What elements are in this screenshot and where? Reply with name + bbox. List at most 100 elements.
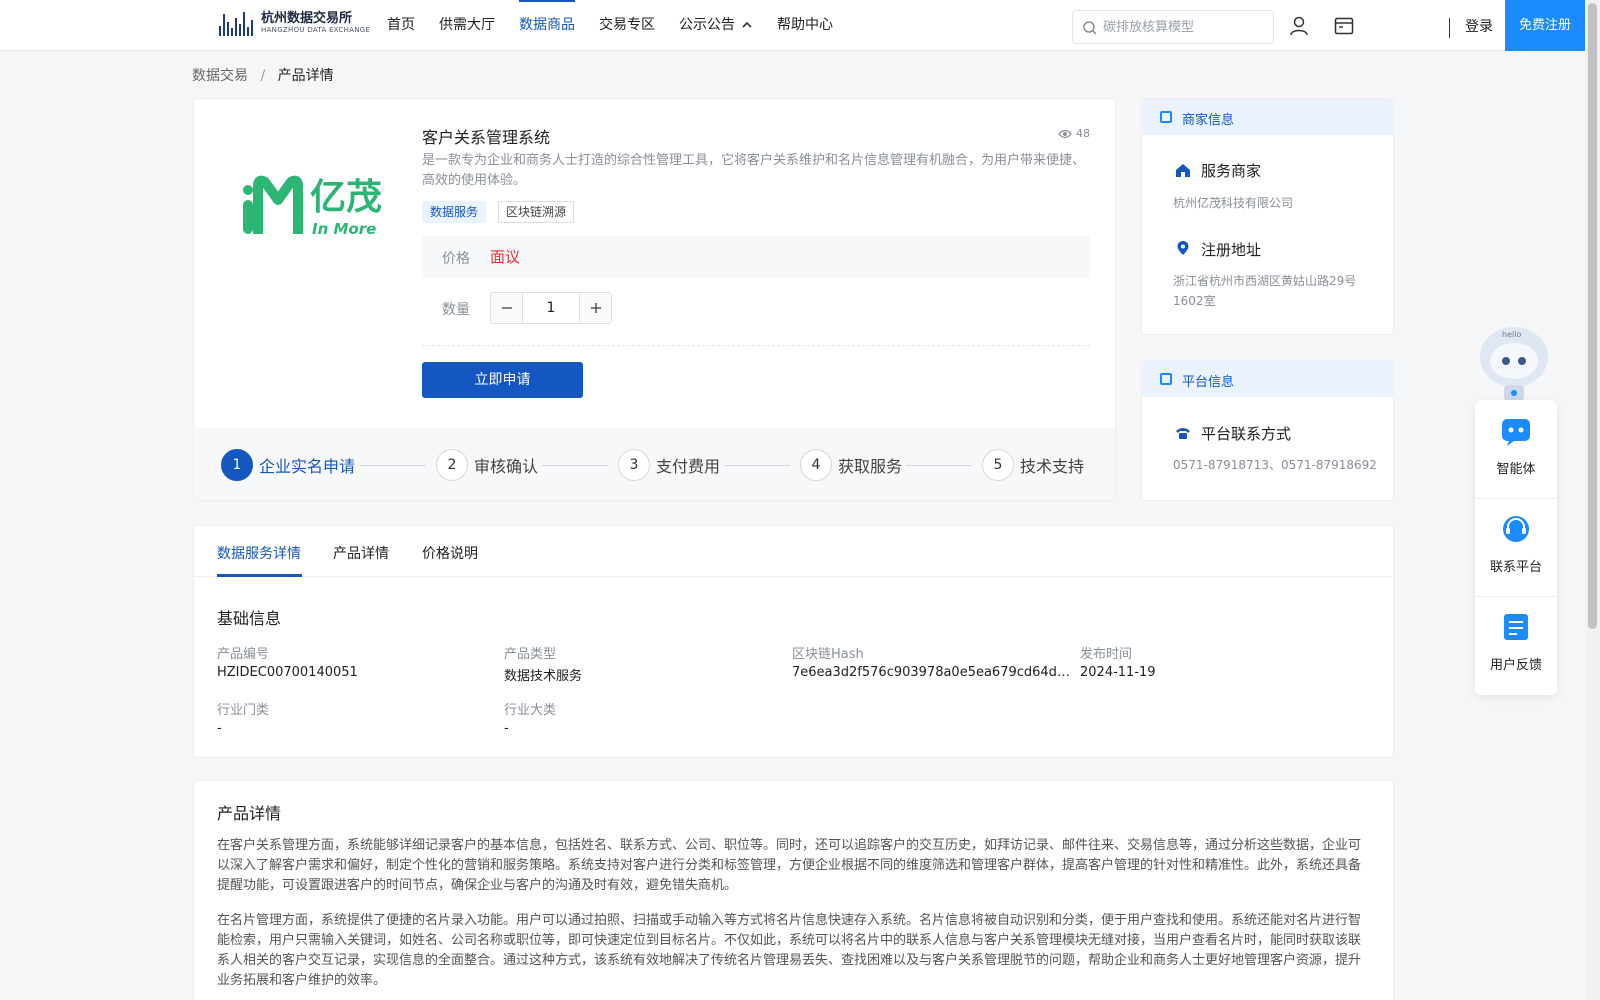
service-merchant-label: 服务商家 [1201, 162, 1262, 180]
float-feedback[interactable]: 用户反馈 [1475, 596, 1557, 692]
platform-info-header: 平台信息 [1142, 361, 1393, 397]
tab-price-note[interactable]: 价格说明 [422, 543, 478, 563]
scrollbar-thumb[interactable] [1588, 3, 1597, 629]
step-connector [724, 465, 790, 466]
step-connector [906, 465, 972, 466]
decrease-button[interactable] [491, 293, 522, 323]
login-link[interactable]: 登录 [1465, 16, 1493, 36]
price-box: 价格 面议 [422, 236, 1090, 278]
search-input[interactable] [1103, 17, 1263, 37]
main-nav: 首页 供需大厅 数据商品 交易专区 公示公告 帮助中心 [387, 0, 857, 50]
product-number-value: HZIDEC00700140051 [217, 665, 358, 680]
view-count: 48 [1058, 127, 1090, 140]
quantity-label: 数量 [442, 302, 470, 318]
detail-tabs: 数据服务详情 产品详情 价格说明 [194, 525, 1392, 577]
field-label: 产品编号 [217, 647, 270, 662]
industry-class-value: - [504, 721, 509, 736]
home-icon [1176, 164, 1190, 177]
nav-data-products[interactable]: 数据商品 [519, 0, 575, 50]
feedback-icon [1504, 614, 1528, 640]
search-box [1072, 10, 1274, 44]
float-contact-label: 联系平台 [1489, 560, 1542, 575]
platform-contact-label: 平台联系方式 [1201, 425, 1292, 443]
quantity-value[interactable]: 1 [522, 293, 580, 323]
blockchain-hash-value: 7e6ea3d2f576c903978a0e5ea679cd64dfc... [792, 665, 1070, 680]
minus-icon [501, 307, 512, 309]
step-number: 1 [221, 449, 253, 481]
field-label: 区块链Hash [792, 647, 864, 662]
step-4: 4 获取服务 [800, 449, 902, 481]
step-2: 2 审核确认 [436, 449, 538, 481]
location-pin-icon [1177, 241, 1189, 255]
tab-product-detail[interactable]: 产品详情 [333, 543, 389, 563]
chatbot-icon [1502, 419, 1530, 446]
monitor-icon [1160, 373, 1172, 385]
quantity-stepper: 1 [490, 292, 612, 324]
active-tab-indicator [217, 574, 302, 577]
breadcrumb-current: 产品详情 [277, 68, 334, 84]
breadcrumb-root[interactable]: 数据交易 [192, 68, 248, 84]
basic-info-title: 基础信息 [217, 609, 282, 628]
nav-trade-zone[interactable]: 交易专区 [599, 0, 655, 50]
step-5: 5 技术支持 [982, 449, 1084, 481]
step-number: 2 [436, 449, 468, 481]
logo-name-en: HANGZHOU DATA EXCHANGE [261, 26, 371, 34]
step-connector [360, 465, 426, 466]
detail-paragraph-2: 在名片管理方面，系统提供了便捷的名片录入功能。用户可以通过拍照、扫描或手动输入等… [217, 913, 1362, 988]
step-label: 技术支持 [1020, 457, 1085, 476]
breadcrumb-separator: / [260, 68, 266, 84]
step-1: 1 企业实名申请 [221, 449, 355, 481]
shop-icon[interactable] [1333, 15, 1355, 37]
tag-data-service: 数据服务 [422, 201, 487, 223]
nav-home[interactable]: 首页 [387, 0, 415, 50]
merchant-info-title: 商家信息 [1182, 113, 1235, 128]
float-feedback-label: 用户反馈 [1489, 658, 1542, 673]
step-label: 支付费用 [656, 457, 721, 476]
field-label: 发布时间 [1080, 647, 1133, 662]
product-detail-title: 产品详情 [217, 804, 282, 823]
step-3: 3 支付费用 [618, 449, 720, 481]
phone-icon [1176, 428, 1190, 439]
nav-announcements[interactable]: 公示公告 [679, 0, 753, 50]
step-number: 5 [982, 449, 1014, 481]
field-label: 产品类型 [504, 647, 557, 662]
search-icon[interactable] [1082, 20, 1098, 36]
page-scrollbar[interactable] [1585, 0, 1600, 1000]
logo-brand-cn: 亿茂 [310, 177, 383, 218]
step-number: 3 [618, 449, 650, 481]
nav-announcements-label: 公示公告 [679, 17, 735, 33]
industry-category-value: - [217, 721, 222, 736]
product-title: 客户关系管理系统 [422, 128, 551, 147]
product-description: 是一款专为企业和商务人士打造的综合性管理工具，它将客户关系维护和名片信息管理有机… [422, 153, 1086, 188]
step-label: 企业实名申请 [259, 457, 356, 476]
merchant-info-header: 商家信息 [1142, 99, 1393, 135]
breadcrumb: 数据交易 / 产品详情 [192, 65, 334, 85]
step-label: 审核确认 [474, 457, 539, 476]
chevron-up-icon [742, 21, 752, 28]
logo-brand-en: In More [312, 220, 377, 238]
float-agent-label: 智能体 [1496, 462, 1536, 477]
tag-blockchain-trace: 区块链溯源 [498, 201, 575, 223]
step-label: 获取服务 [838, 457, 903, 476]
detail-paragraph-1: 在客户关系管理方面，系统能够详细记录客户的基本信息，包括姓名、联系方式、公司、职… [217, 838, 1362, 893]
float-contact-platform[interactable]: 联系平台 [1475, 498, 1557, 594]
nav-supply-demand[interactable]: 供需大厅 [439, 0, 495, 50]
step-connector [542, 465, 608, 466]
field-label: 行业门类 [217, 703, 270, 718]
apply-now-button[interactable]: 立即申请 [422, 362, 583, 398]
headset-icon [1503, 516, 1529, 542]
float-agent[interactable]: 智能体 [1475, 400, 1557, 496]
nav-help-center[interactable]: 帮助中心 [777, 0, 833, 50]
site-logo[interactable]: 杭州数据交易所 HANGZHOU DATA EXCHANGE [219, 10, 370, 36]
register-button[interactable]: 免费注册 [1505, 0, 1585, 51]
tab-service-detail[interactable]: 数据服务详情 [217, 543, 301, 563]
floating-service-panel: 智能体 联系平台 用户反馈 [1475, 400, 1557, 695]
user-icon[interactable] [1288, 15, 1310, 37]
field-label: 行业大类 [504, 703, 557, 718]
increase-button[interactable] [580, 293, 611, 323]
publish-date-value: 2024-11-19 [1080, 665, 1156, 680]
eye-icon [1058, 129, 1072, 138]
platform-info-title: 平台信息 [1182, 375, 1235, 390]
platform-contact-value: 0571-87918713、0571-87918692 [1173, 458, 1377, 472]
product-type-value: 数据技术服务 [504, 669, 583, 684]
